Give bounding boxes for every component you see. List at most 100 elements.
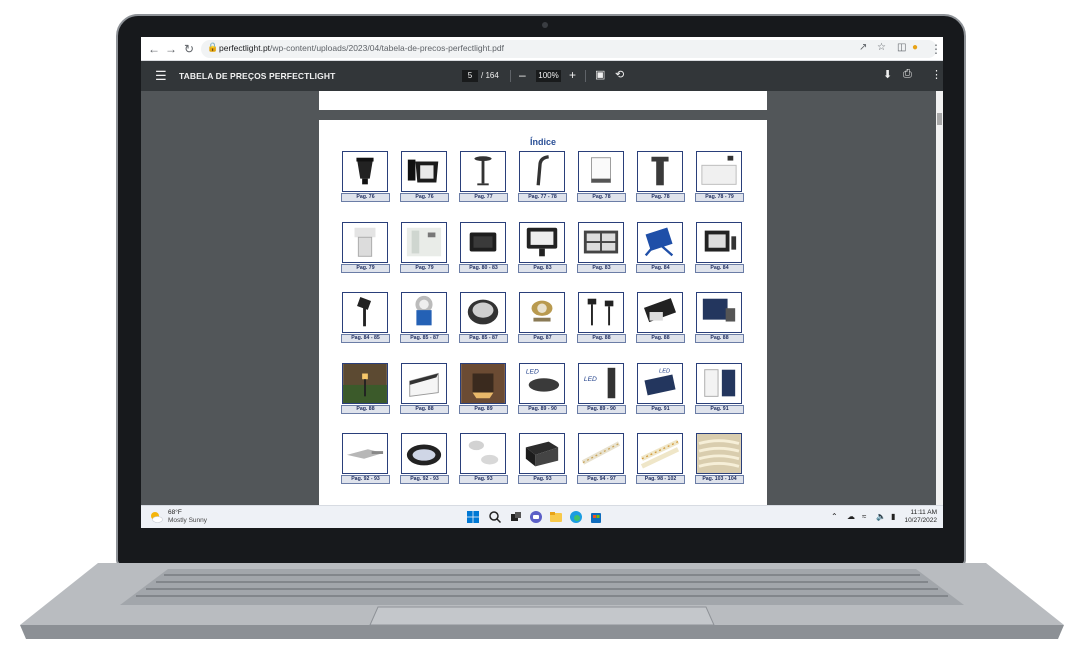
download-icon[interactable]: ⬇ bbox=[883, 68, 892, 81]
product-thumbnail[interactable] bbox=[342, 221, 388, 263]
product-thumbnail[interactable] bbox=[460, 151, 506, 192]
product-thumbnail[interactable] bbox=[460, 221, 506, 263]
index-item[interactable]: Pag. 79 bbox=[341, 221, 390, 274]
index-item[interactable]: Pag. 80 - 83 bbox=[459, 221, 508, 274]
product-thumbnail[interactable] bbox=[578, 151, 624, 192]
system-clock[interactable]: 11:11 AM 10/27/2022 bbox=[904, 509, 937, 525]
scrollbar[interactable] bbox=[936, 91, 943, 505]
product-thumbnail[interactable] bbox=[401, 433, 447, 474]
index-item[interactable]: Pag. 85 - 87 bbox=[459, 292, 508, 344]
index-item[interactable]: Pag. 89 bbox=[459, 362, 508, 415]
index-item[interactable]: Pag. 76 bbox=[400, 151, 449, 203]
more-options-icon[interactable]: ⋮ bbox=[931, 68, 942, 81]
print-icon[interactable]: ⎙ bbox=[903, 68, 912, 81]
pdf-viewport[interactable]: Índice Pag. 76 Pag. 76 Pag. 77 Pag. 77 - 78… bbox=[141, 91, 943, 505]
index-item[interactable]: Pag. 88 bbox=[400, 362, 449, 415]
index-item[interactable]: Pag. 77 - 78 bbox=[518, 151, 567, 203]
index-item[interactable]: Pag. 78 bbox=[577, 151, 626, 203]
index-item[interactable]: Pag. 87 bbox=[518, 292, 567, 344]
search-icon[interactable] bbox=[488, 510, 502, 524]
back-icon[interactable]: ← bbox=[147, 41, 161, 57]
product-thumbnail[interactable] bbox=[578, 221, 624, 263]
product-thumbnail[interactable]: LED bbox=[578, 362, 624, 404]
battery-icon[interactable]: ▮ bbox=[891, 512, 895, 521]
index-item[interactable]: Pag. 76 bbox=[341, 151, 390, 203]
product-thumbnail[interactable] bbox=[401, 292, 447, 333]
index-item[interactable]: Pag. 92 - 93 bbox=[400, 433, 449, 485]
product-thumbnail[interactable] bbox=[578, 433, 624, 474]
index-item[interactable]: Pag. 94 - 97 bbox=[577, 433, 626, 485]
hamburger-menu-icon[interactable]: ☰ bbox=[155, 68, 167, 84]
product-thumbnail[interactable] bbox=[519, 221, 565, 263]
index-item[interactable]: Pag. 88 bbox=[695, 292, 744, 344]
index-item[interactable]: LED Pag. 89 - 90 bbox=[577, 362, 626, 415]
product-thumbnail[interactable] bbox=[342, 433, 388, 474]
extension-icon[interactable]: ● bbox=[912, 42, 918, 53]
file-explorer-icon[interactable] bbox=[549, 510, 563, 524]
product-thumbnail[interactable] bbox=[401, 151, 447, 192]
zoom-in-icon[interactable]: + bbox=[569, 68, 576, 82]
index-item[interactable]: Pag. 84 bbox=[636, 221, 685, 274]
cloud-icon[interactable]: ☁ bbox=[847, 512, 855, 521]
index-item[interactable]: Pag. 78 bbox=[636, 151, 685, 203]
index-item[interactable]: Pag. 84 - 85 bbox=[341, 292, 390, 344]
edge-browser-icon[interactable] bbox=[569, 510, 583, 524]
windows-start-icon[interactable] bbox=[466, 510, 480, 524]
product-thumbnail[interactable] bbox=[696, 433, 742, 474]
product-thumbnail[interactable] bbox=[401, 362, 447, 404]
product-thumbnail[interactable] bbox=[401, 221, 447, 263]
index-item[interactable]: Pag. 78 - 79 bbox=[695, 151, 744, 203]
product-thumbnail[interactable] bbox=[460, 433, 506, 474]
wifi-icon[interactable]: ≈ bbox=[862, 512, 866, 521]
speaker-icon[interactable]: 🔈 bbox=[876, 512, 886, 521]
product-thumbnail[interactable] bbox=[342, 362, 388, 404]
product-thumbnail[interactable] bbox=[342, 292, 388, 333]
index-item[interactable]: Pag. 93 bbox=[518, 433, 567, 485]
product-thumbnail[interactable] bbox=[696, 362, 742, 404]
product-thumbnail[interactable] bbox=[637, 221, 683, 263]
index-item[interactable]: Pag. 88 bbox=[636, 292, 685, 344]
scrollbar-thumb[interactable] bbox=[937, 113, 942, 125]
store-icon[interactable] bbox=[589, 510, 603, 524]
index-item[interactable]: LED Pag. 89 - 90 bbox=[518, 362, 567, 415]
product-thumbnail[interactable]: LED bbox=[519, 362, 565, 404]
index-item[interactable]: Pag. 88 bbox=[341, 362, 390, 415]
product-thumbnail[interactable] bbox=[696, 221, 742, 263]
product-thumbnail[interactable] bbox=[696, 292, 742, 333]
product-thumbnail[interactable] bbox=[342, 151, 388, 192]
bookmark-star-icon[interactable]: ☆ bbox=[877, 42, 886, 53]
product-thumbnail[interactable]: LED bbox=[637, 362, 683, 404]
zoom-out-icon[interactable]: – bbox=[519, 68, 526, 82]
product-thumbnail[interactable] bbox=[519, 151, 565, 192]
forward-icon[interactable]: → bbox=[164, 41, 178, 57]
index-item[interactable]: Pag. 93 bbox=[459, 433, 508, 485]
product-thumbnail[interactable] bbox=[637, 292, 683, 333]
index-item[interactable]: Pag. 103 - 104 bbox=[695, 433, 744, 485]
share-icon[interactable]: ↗ bbox=[859, 42, 867, 53]
product-thumbnail[interactable] bbox=[460, 292, 506, 333]
product-thumbnail[interactable] bbox=[637, 151, 683, 192]
browser-menu-icon[interactable]: ⋮ bbox=[929, 41, 943, 57]
index-item[interactable]: Pag. 84 bbox=[695, 221, 744, 274]
address-bar[interactable]: 🔒 perfectlight.pt/wp-content/uploads/202… bbox=[201, 40, 937, 58]
index-item[interactable]: Pag. 85 - 87 bbox=[400, 292, 449, 344]
index-item[interactable]: Pag. 92 - 93 bbox=[341, 433, 390, 485]
fit-page-icon[interactable]: ▣ bbox=[595, 68, 605, 81]
rotate-icon[interactable]: ⟲ bbox=[615, 68, 624, 81]
index-item[interactable]: Pag. 77 bbox=[459, 151, 508, 203]
sidepanel-icon[interactable]: ◫ bbox=[897, 42, 906, 53]
index-item[interactable]: Pag. 88 bbox=[577, 292, 626, 344]
index-item[interactable]: Pag. 83 bbox=[577, 221, 626, 274]
chat-icon[interactable] bbox=[529, 510, 543, 524]
lock-icon[interactable]: 🔒 bbox=[207, 42, 218, 53]
task-view-icon[interactable] bbox=[509, 510, 523, 524]
zoom-input[interactable]: 100% bbox=[536, 70, 561, 82]
product-thumbnail[interactable] bbox=[696, 151, 742, 192]
index-item[interactable]: LED Pag. 91 bbox=[636, 362, 685, 415]
page-number-input[interactable]: 5 bbox=[462, 70, 478, 82]
product-thumbnail[interactable] bbox=[578, 292, 624, 333]
product-thumbnail[interactable] bbox=[519, 292, 565, 333]
chevron-up-icon[interactable]: ⌃ bbox=[831, 512, 838, 521]
index-item[interactable]: Pag. 83 bbox=[518, 221, 567, 274]
product-thumbnail[interactable] bbox=[460, 362, 506, 404]
